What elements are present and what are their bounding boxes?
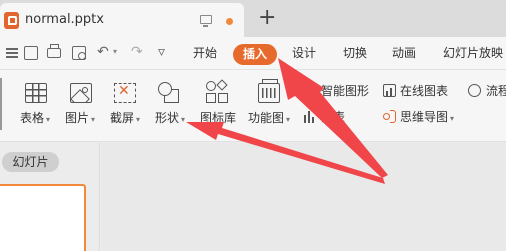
new-tab-button[interactable]: + <box>258 3 276 33</box>
flowchart-icon[interactable] <box>468 84 481 97</box>
chart-icon[interactable] <box>303 110 316 123</box>
mind-map-button[interactable]: 思维导图 ▾ <box>400 110 454 126</box>
slide-canvas[interactable] <box>101 143 506 251</box>
table-button[interactable]: 表格 ▾ <box>20 111 50 127</box>
mind-map-icon[interactable] <box>383 110 396 123</box>
shape-icon[interactable] <box>158 82 180 104</box>
customize-dropdown-icon[interactable]: ▿ <box>158 43 165 61</box>
redo-icon[interactable]: ↷ <box>131 43 143 61</box>
print-icon[interactable] <box>47 44 61 58</box>
undo-dropdown-icon[interactable]: ▾ <box>113 47 117 56</box>
icon-library-button[interactable]: 图标库 <box>200 111 236 126</box>
tab-insert[interactable]: 插入 <box>233 44 277 65</box>
screenshot-icon[interactable] <box>114 83 136 103</box>
tab-slideshow[interactable]: 幻灯片放映 <box>443 45 503 62</box>
smart-graphic-icon[interactable] <box>303 84 316 97</box>
tab-home[interactable]: 开始 <box>193 45 217 62</box>
online-chart-icon[interactable] <box>383 84 396 97</box>
function-chart-button[interactable]: 功能图 ▾ <box>248 111 290 127</box>
presentation-file-icon <box>4 12 19 29</box>
function-chart-icon[interactable] <box>258 79 280 103</box>
title-bar: normal.pptx + <box>0 0 506 37</box>
print-preview-icon[interactable] <box>72 46 86 60</box>
tab-animations[interactable]: 动画 <box>392 45 416 62</box>
tab-transitions[interactable]: 切换 <box>343 45 367 62</box>
slides-panel-tab[interactable]: 幻灯片 <box>2 152 59 172</box>
slide-thumbnail[interactable] <box>0 184 86 251</box>
chart-button[interactable]: 图表 <box>321 110 345 125</box>
tab-design[interactable]: 设计 <box>292 45 316 62</box>
picture-icon[interactable] <box>70 83 92 103</box>
ribbon-divider <box>0 78 2 130</box>
smart-graphic-button[interactable]: 智能图形 <box>321 84 369 99</box>
unsaved-dot-icon <box>226 18 233 25</box>
undo-icon[interactable]: ↶ <box>97 43 109 61</box>
hamburger-menu-icon[interactable] <box>5 46 19 60</box>
screenshot-button[interactable]: 截屏 ▾ <box>110 111 140 127</box>
insert-ribbon <box>0 70 506 142</box>
online-chart-button[interactable]: 在线图表 <box>400 84 448 99</box>
picture-button[interactable]: 图片 ▾ <box>65 111 95 127</box>
monitor-icon[interactable] <box>200 15 212 27</box>
document-tab[interactable]: normal.pptx <box>0 3 244 37</box>
save-icon[interactable] <box>24 46 38 60</box>
icon-library-icon[interactable] <box>206 79 230 105</box>
shape-button[interactable]: 形状 ▾ <box>155 111 185 127</box>
tab-title: normal.pptx <box>25 12 104 27</box>
table-icon[interactable] <box>25 83 47 103</box>
flowchart-button[interactable]: 流程 <box>486 84 506 99</box>
